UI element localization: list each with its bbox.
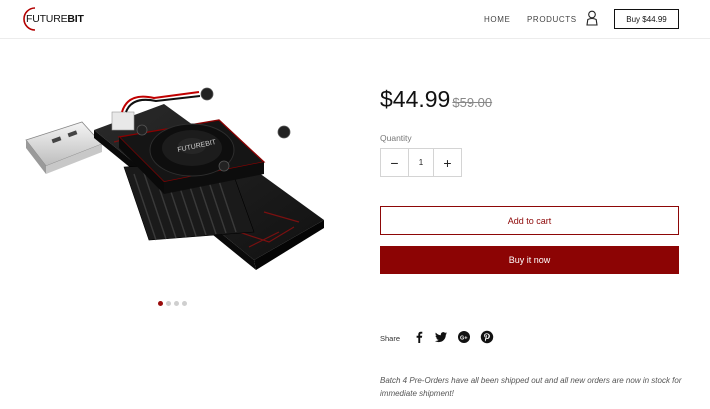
gallery-dot[interactable] (182, 301, 187, 306)
gallery-dot[interactable] (158, 301, 163, 306)
account-icon[interactable] (586, 10, 598, 26)
nav-home[interactable]: HOME (484, 15, 510, 24)
site-header: FUTUREBIT HOME PRODUCTS Buy $44.99 (0, 0, 710, 39)
quantity-stepper: − 1 + (380, 148, 462, 177)
pinterest-icon[interactable] (480, 330, 494, 344)
product-description: Batch 4 Pre-Orders have all been shipped… (380, 376, 682, 398)
futurebit-logo[interactable]: FUTUREBIT (21, 6, 85, 32)
quantity-input[interactable]: 1 (408, 149, 434, 176)
quantity-label: Quantity (380, 133, 412, 143)
quantity-decrease-button[interactable]: − (381, 149, 408, 176)
facebook-icon[interactable] (412, 330, 426, 344)
header-buy-button[interactable]: Buy $44.99 (614, 9, 679, 29)
gallery-dots (158, 301, 187, 306)
gallery-dot[interactable] (174, 301, 179, 306)
buy-it-now-button[interactable]: Buy it now (380, 246, 679, 274)
add-to-cart-button[interactable]: Add to cart (380, 206, 679, 235)
google-plus-icon[interactable]: G+ (457, 330, 471, 344)
price-row: $44.99 $59.00 (380, 86, 492, 113)
product-price: $44.99 (380, 86, 451, 112)
svg-text:G+: G+ (460, 335, 468, 341)
product-image[interactable]: FUTUREBIT (24, 82, 334, 297)
nav-products[interactable]: PRODUCTS (527, 15, 577, 24)
logo-text: FUTUREBIT (26, 13, 84, 25)
twitter-icon[interactable] (434, 330, 448, 344)
quantity-increase-button[interactable]: + (434, 149, 461, 176)
gallery-dot[interactable] (166, 301, 171, 306)
compare-at-price: $59.00 (452, 95, 493, 110)
share-label: Share (380, 334, 401, 343)
